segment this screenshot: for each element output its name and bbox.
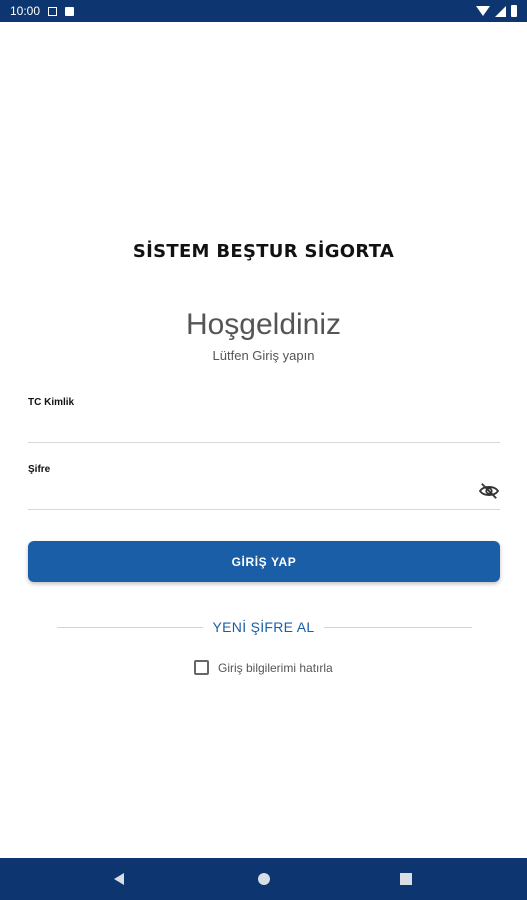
recent-apps-icon[interactable] xyxy=(400,873,412,885)
cell-signal-icon xyxy=(495,5,506,17)
battery-icon xyxy=(511,5,517,17)
remember-me-row[interactable]: Giriş bilgilerimi hatırla xyxy=(194,660,333,675)
navigation-bar xyxy=(0,858,527,900)
remember-me-label[interactable]: Giriş bilgilerimi hatırla xyxy=(218,661,333,675)
password-underline xyxy=(28,509,500,510)
notification-icon xyxy=(48,6,58,16)
login-button[interactable]: GİRİŞ YAP xyxy=(28,541,500,582)
eye-off-icon[interactable] xyxy=(478,482,500,500)
tc-kimlik-input[interactable] xyxy=(28,414,468,440)
welcome-subtitle: Lütfen Giriş yapın xyxy=(212,348,315,363)
welcome-title: Hoşgeldiniz xyxy=(185,308,342,341)
tc-kimlik-underline xyxy=(28,442,500,443)
home-icon[interactable] xyxy=(258,873,270,885)
tc-kimlik-label: TC Kimlik xyxy=(28,397,75,408)
password-label: Şifre xyxy=(28,464,51,475)
new-password-link[interactable]: YENİ ŞİFRE AL xyxy=(202,619,325,635)
status-time: 10:00 xyxy=(10,4,41,18)
brand-logo-text: SİSTEM BEŞTUR SİGORTA xyxy=(132,241,395,262)
sd-card-icon xyxy=(65,6,75,16)
new-password-row: YENİ ŞİFRE AL xyxy=(0,619,527,635)
wifi-icon xyxy=(476,6,490,16)
back-icon[interactable] xyxy=(114,873,124,885)
status-bar: 10:00 xyxy=(0,0,527,22)
password-input[interactable] xyxy=(28,480,468,506)
status-icons xyxy=(476,5,517,17)
remember-me-checkbox[interactable] xyxy=(194,660,209,675)
